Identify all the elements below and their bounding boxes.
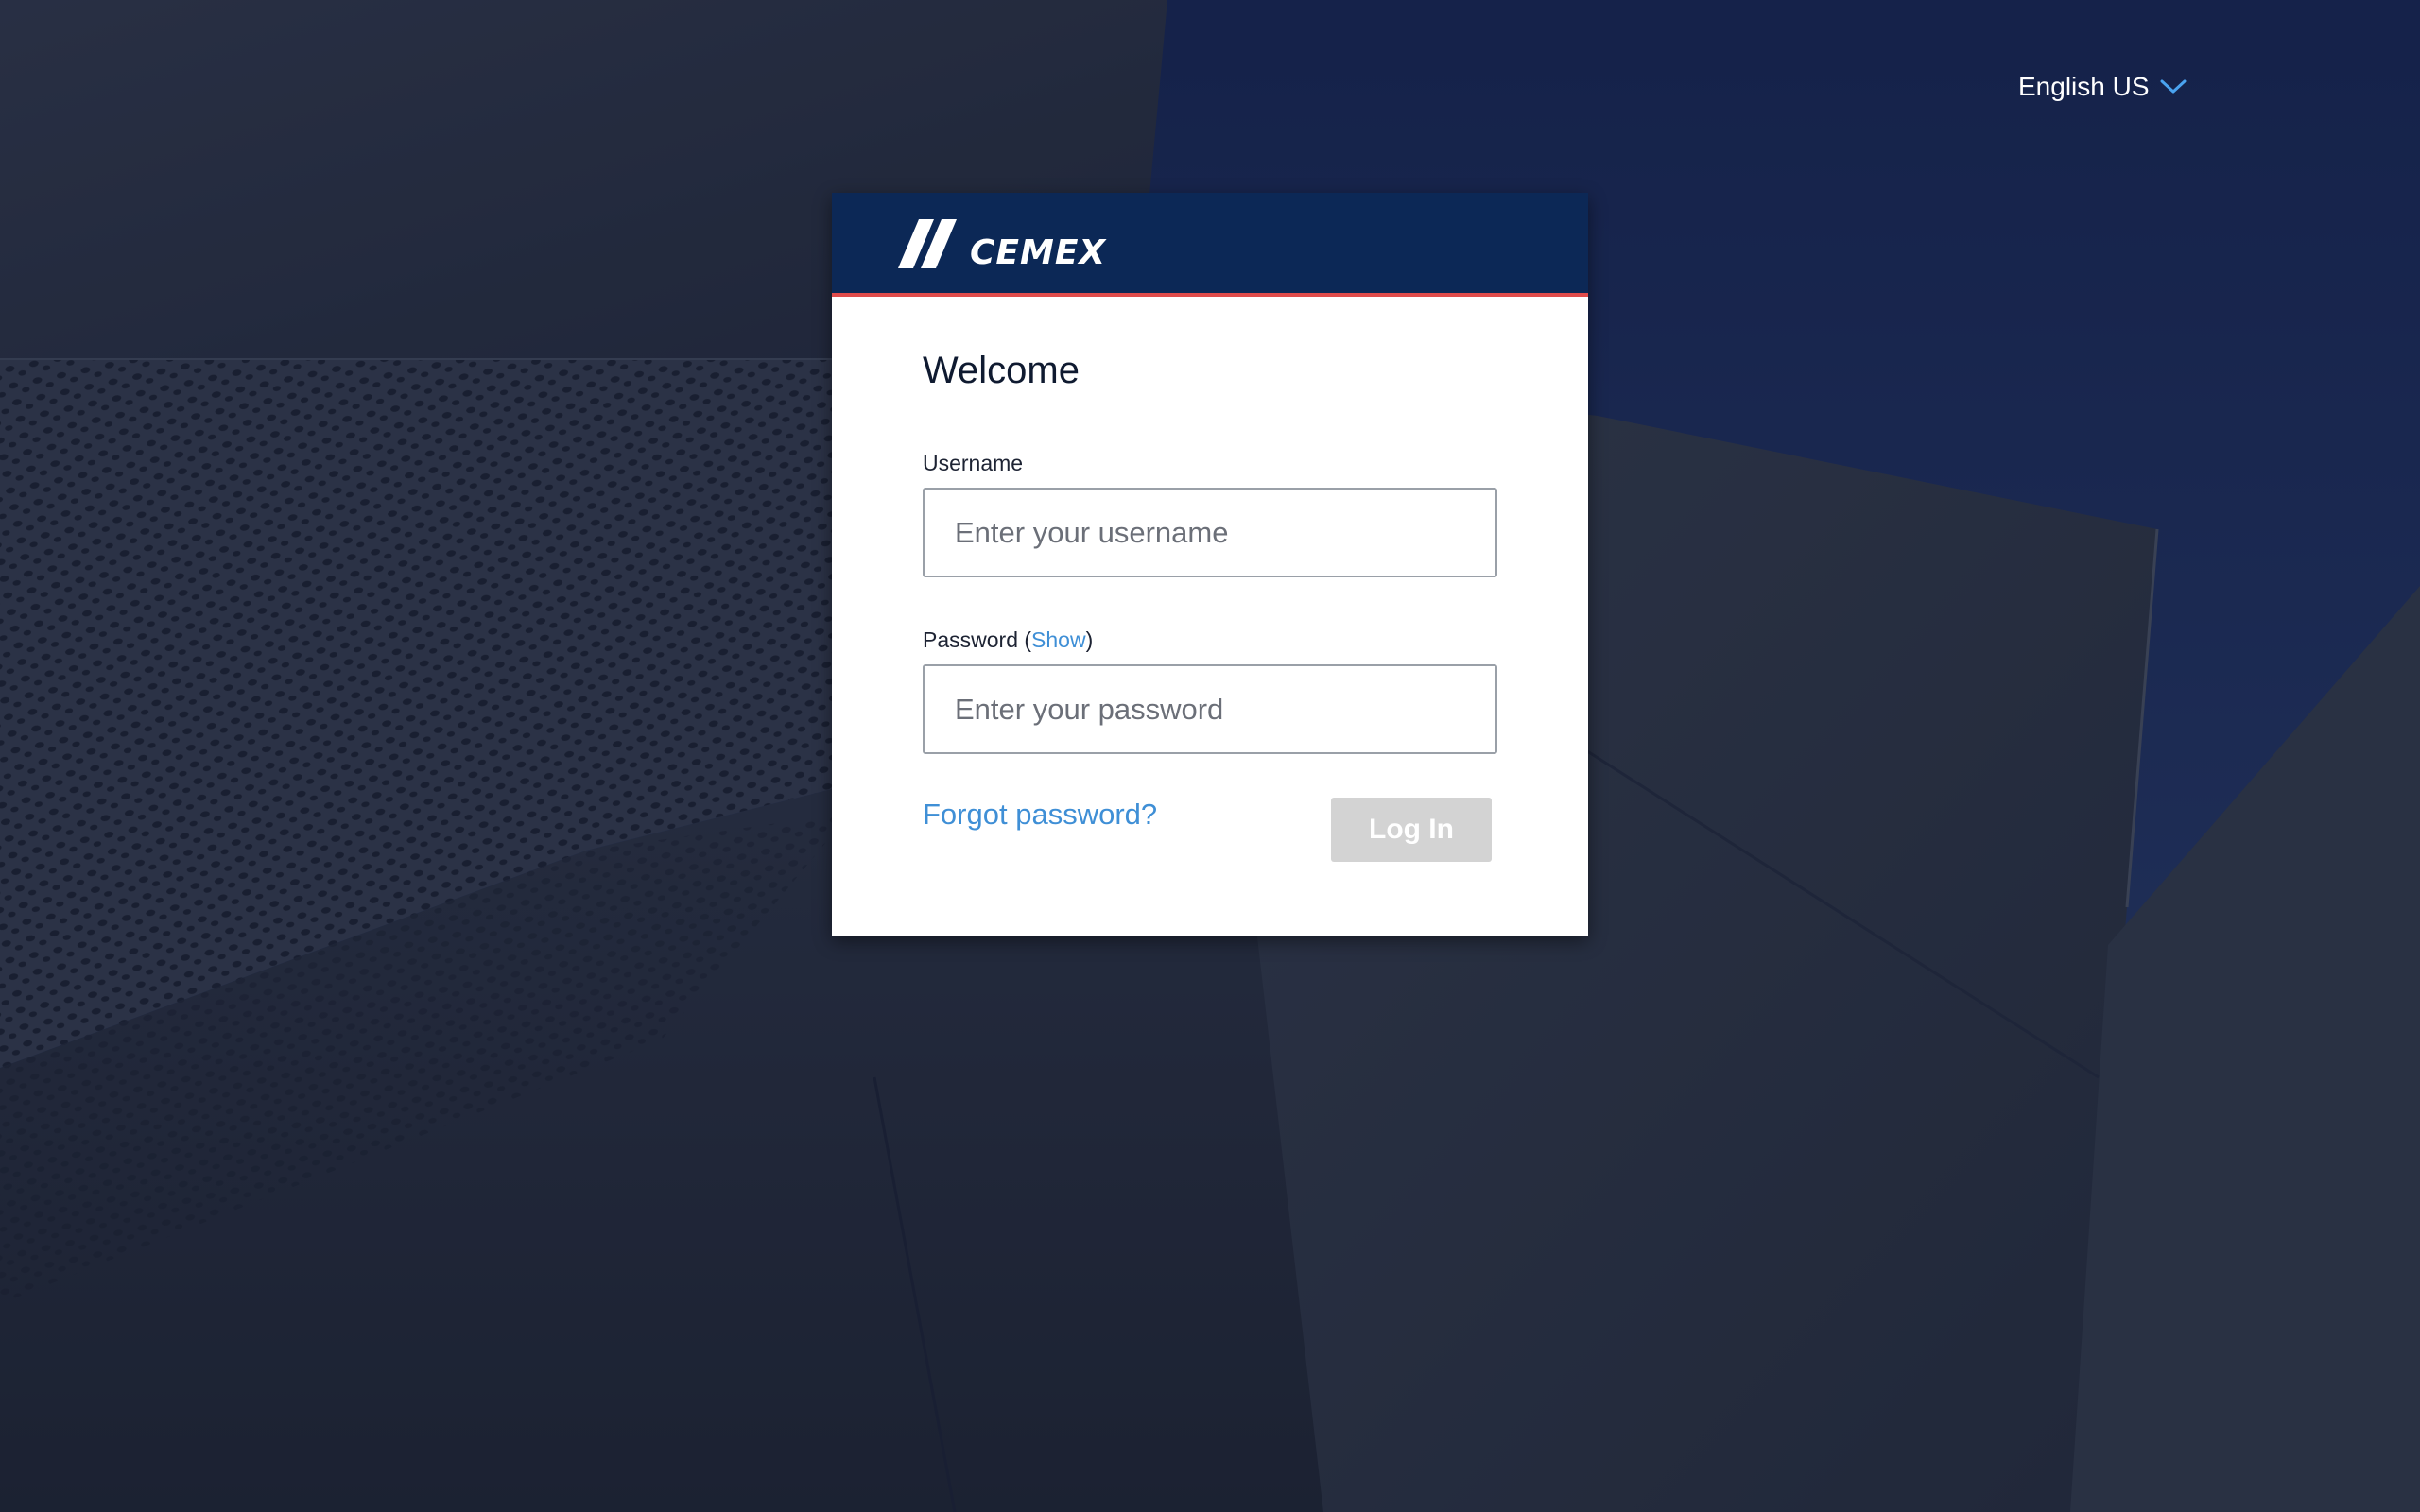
brand-logo: CEMEX bbox=[898, 219, 1107, 272]
username-label: Username bbox=[923, 451, 1024, 475]
password-label: Password (Show) bbox=[923, 627, 1094, 652]
login-form: Welcome Username Password (Show) Forgot … bbox=[832, 350, 1588, 864]
forgot-password-link[interactable]: Forgot password? bbox=[923, 798, 1157, 832]
brand-wordmark: CEMEX bbox=[970, 233, 1107, 272]
login-button[interactable]: Log In bbox=[1331, 798, 1492, 862]
login-card: CEMEX Welcome Username Password (Show) F… bbox=[832, 193, 1588, 936]
cemex-logo-icon bbox=[898, 219, 957, 268]
card-header: CEMEX bbox=[832, 193, 1588, 297]
chevron-down-icon bbox=[2160, 79, 2187, 94]
show-password-link[interactable]: Show bbox=[1031, 627, 1086, 652]
language-selector[interactable]: English US bbox=[2018, 72, 2187, 102]
username-input[interactable] bbox=[923, 488, 1497, 577]
language-label: English US bbox=[2018, 72, 2150, 101]
page-title: Welcome bbox=[923, 350, 1080, 391]
form-actions: Forgot password? Log In bbox=[923, 798, 1497, 864]
password-input[interactable] bbox=[923, 664, 1497, 754]
